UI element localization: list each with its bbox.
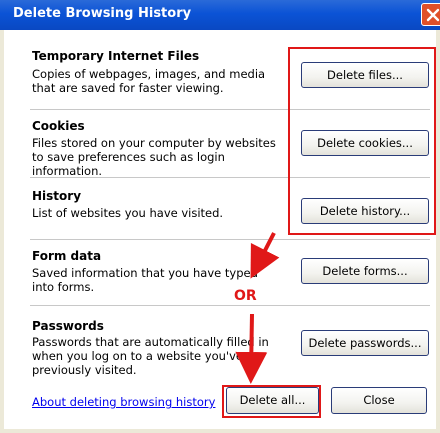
section-title: Form data [32, 249, 102, 263]
close-window-button[interactable] [421, 3, 440, 26]
separator [30, 239, 430, 240]
delete-passwords-button[interactable]: Delete passwords... [301, 330, 429, 356]
close-button[interactable]: Close [331, 387, 427, 414]
dialog-content: Temporary Internet Files Copies of webpa… [4, 30, 436, 429]
annotation-or-label: OR [234, 288, 257, 304]
title-bar[interactable]: Delete Browsing History [0, 0, 440, 30]
close-icon [426, 8, 440, 22]
section-description: List of websites you have visited. [32, 206, 224, 220]
section-title: History [32, 189, 82, 203]
section-description: Files stored on your computer by website… [32, 136, 276, 178]
section-title: Passwords [32, 319, 104, 333]
section-description: Copies of webpages, images, and media th… [32, 67, 266, 95]
separator [30, 109, 430, 110]
about-deleting-history-link[interactable]: About deleting browsing history [32, 395, 215, 409]
delete-files-button[interactable]: Delete files... [301, 62, 429, 88]
separator [30, 177, 430, 178]
section-description: Passwords that are automatically filled … [32, 335, 269, 377]
section-title: Temporary Internet Files [32, 49, 200, 63]
separator [30, 305, 430, 306]
window-title: Delete Browsing History [13, 6, 192, 21]
delete-all-button[interactable]: Delete all... [226, 387, 319, 414]
delete-forms-button[interactable]: Delete forms... [301, 258, 429, 284]
delete-cookies-button[interactable]: Delete cookies... [301, 130, 429, 156]
delete-history-button[interactable]: Delete history... [301, 198, 429, 224]
delete-browsing-history-dialog: Delete Browsing History Temporary Intern… [0, 0, 440, 433]
section-title: Cookies [32, 119, 85, 133]
